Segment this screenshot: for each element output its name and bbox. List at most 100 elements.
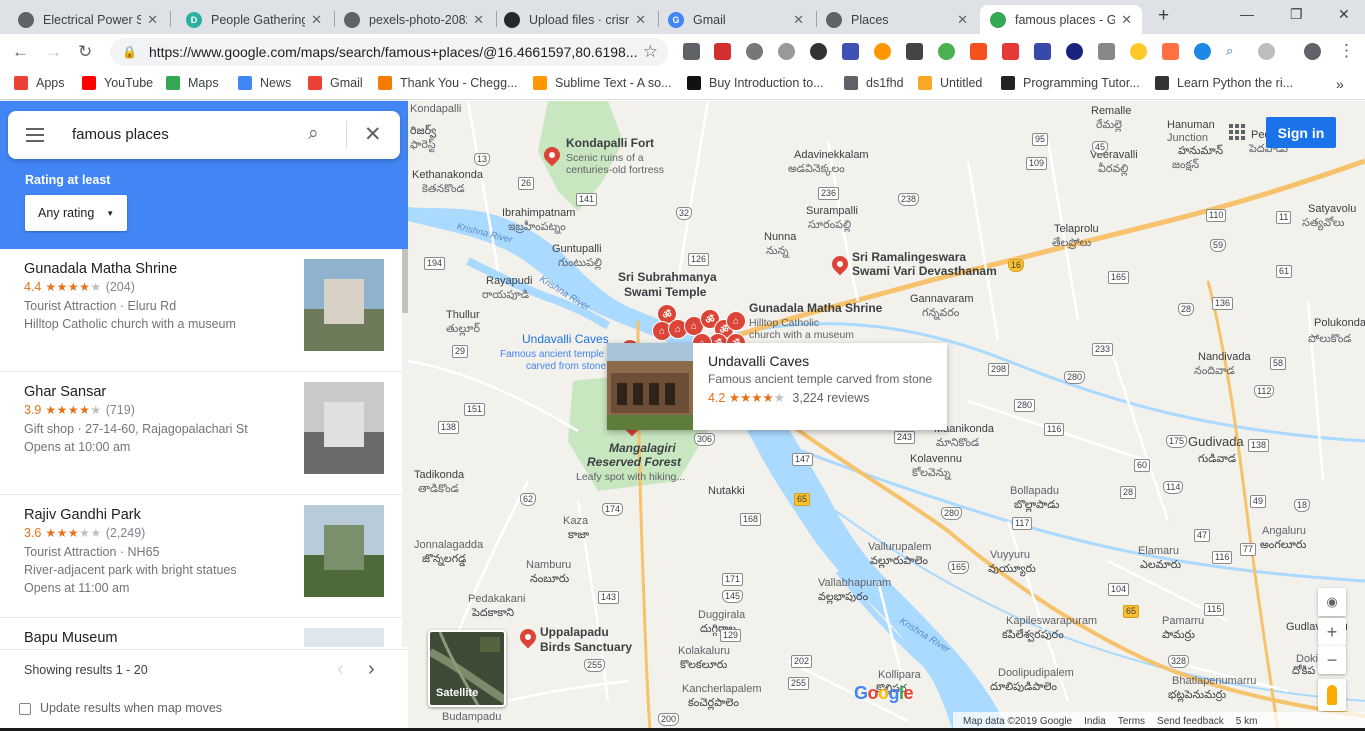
browser-tab[interactable]: D People Gathering ✕ <box>176 5 332 34</box>
google-apps-icon[interactable] <box>1229 124 1245 140</box>
browser-tab[interactable]: famous places - G ✕ <box>980 5 1142 34</box>
zoom-out-button[interactable]: − <box>1318 646 1346 674</box>
attribution-item[interactable]: India <box>1084 716 1106 727</box>
restore-icon[interactable]: ❐ <box>1290 6 1303 23</box>
extension-icon[interactable] <box>1258 43 1275 60</box>
attribution-item[interactable]: 5 km <box>1236 716 1258 727</box>
card-reviews[interactable]: 3,224 reviews <box>792 391 869 405</box>
extension-icon[interactable] <box>778 43 795 60</box>
search-input[interactable]: famous places <box>72 126 169 143</box>
search-box[interactable]: famous places ⌕ ✕ <box>8 111 400 159</box>
temple-pin-icon[interactable]: ⌂ <box>726 311 746 331</box>
bookmark-item[interactable]: Untitled <box>918 76 982 90</box>
search-icon[interactable]: ⌕ <box>308 123 319 145</box>
result-item[interactable]: Ghar Sansar 3.9 ★★★★★ (719) Gift shop · 27-1… <box>0 372 402 495</box>
close-tab-icon[interactable]: ✕ <box>957 12 968 28</box>
poi-undavalli[interactable]: Undavalli Caves <box>522 333 609 346</box>
extension-icon[interactable] <box>842 43 859 60</box>
bookmark-star-icon[interactable]: ☆ <box>643 42 658 62</box>
poi-uppalapadu[interactable]: Uppalapadu <box>540 626 609 639</box>
next-page-icon[interactable]: › <box>368 658 375 681</box>
browser-tab[interactable]: Electrical Power Sy ✕ <box>8 5 168 34</box>
result-item[interactable]: Bapu Museum <box>0 618 402 647</box>
extension-icon[interactable] <box>938 43 955 60</box>
poi-subrahmanya[interactable]: Sri Subrahmanya <box>618 271 717 284</box>
place-info-card[interactable]: Undavalli Caves Famous ancient temple ca… <box>607 343 947 430</box>
minimize-icon[interactable]: — <box>1240 6 1254 22</box>
rating-filter-dropdown[interactable]: Any rating ▼ <box>25 195 127 231</box>
close-tab-icon[interactable]: ✕ <box>635 12 646 28</box>
new-tab-button[interactable]: + <box>1158 5 1169 27</box>
extension-icon[interactable] <box>1130 43 1147 60</box>
poi-ramalingeswara[interactable]: Sri Ramalingeswara <box>852 251 966 264</box>
zoom-in-button[interactable]: + <box>1318 618 1346 646</box>
reload-icon[interactable]: ↻ <box>78 42 92 62</box>
sign-in-button[interactable]: Sign in <box>1266 117 1336 148</box>
poi-kondapalli-fort[interactable]: Kondapalli Fort <box>566 137 654 150</box>
close-tab-icon[interactable]: ✕ <box>793 12 804 28</box>
result-photo[interactable] <box>304 628 384 647</box>
update-results-checkbox[interactable] <box>19 703 31 715</box>
result-item[interactable]: Rajiv Gandhi Park 3.6 ★★★★★ (2,249) Tourist … <box>0 495 402 618</box>
bookmark-item[interactable]: YouTube <box>82 76 153 90</box>
bookmark-item[interactable]: News <box>238 76 291 90</box>
chrome-menu-icon[interactable]: ⋮ <box>1338 41 1355 61</box>
bookmark-item[interactable]: Thank You - Chegg... <box>378 76 517 90</box>
result-name[interactable]: Rajiv Gandhi Park <box>24 507 141 523</box>
menu-icon[interactable] <box>26 128 44 142</box>
result-photo[interactable] <box>304 505 384 597</box>
extension-icon[interactable] <box>1162 43 1179 60</box>
browser-tab[interactable]: pexels-photo-2082 ✕ <box>334 5 494 34</box>
extension-icon[interactable] <box>810 43 827 60</box>
extension-icon[interactable] <box>1066 43 1083 60</box>
prev-page-icon[interactable]: ‹ <box>337 658 344 681</box>
card-title[interactable]: Undavalli Caves <box>708 353 809 369</box>
bookmark-item[interactable]: Gmail <box>308 76 363 90</box>
close-tab-icon[interactable]: ✕ <box>147 12 158 28</box>
extension-icon[interactable] <box>1194 43 1211 60</box>
extension-icon[interactable] <box>1098 43 1115 60</box>
result-name[interactable]: Bapu Museum <box>24 630 118 646</box>
extension-icon[interactable] <box>683 43 700 60</box>
bookmark-item[interactable]: Learn Python the ri... <box>1155 76 1293 90</box>
pegman-icon[interactable] <box>1318 679 1346 711</box>
extension-icon[interactable] <box>906 43 923 60</box>
extension-icon[interactable] <box>746 43 763 60</box>
attribution-item[interactable]: Terms <box>1118 716 1145 727</box>
result-photo[interactable] <box>304 382 384 474</box>
extension-icon[interactable] <box>874 43 891 60</box>
result-name[interactable]: Gunadala Matha Shrine <box>24 261 177 277</box>
result-photo[interactable] <box>304 259 384 351</box>
browser-tab[interactable]: G Gmail ✕ <box>658 5 814 34</box>
extension-icon[interactable] <box>1034 43 1051 60</box>
extension-icon[interactable] <box>1002 43 1019 60</box>
update-results-label[interactable]: Update results when map moves <box>40 701 222 715</box>
more-bookmarks[interactable]: » <box>1336 76 1344 92</box>
search-icon[interactable]: ⌕ <box>1226 43 1243 60</box>
close-tab-icon[interactable]: ✕ <box>311 12 322 28</box>
close-tab-icon[interactable]: ✕ <box>1121 12 1132 28</box>
poi-mangalagiri[interactable]: Mangalagiri <box>609 442 676 455</box>
poi-gunadala[interactable]: Gunadala Matha Shrine <box>749 302 882 315</box>
forward-icon[interactable]: → <box>45 42 62 62</box>
browser-tab[interactable]: Upload files · crisr ✕ <box>494 5 656 34</box>
bookmark-item[interactable]: Programming Tutor... <box>1001 76 1140 90</box>
result-item[interactable]: Gunadala Matha Shrine 4.4 ★★★★★ (204) Touris… <box>0 249 402 372</box>
bookmark-item[interactable]: Buy Introduction to... <box>687 76 824 90</box>
my-location-icon[interactable]: ◉ <box>1318 588 1346 616</box>
result-name[interactable]: Ghar Sansar <box>24 384 106 400</box>
close-window-icon[interactable]: ✕ <box>1338 6 1350 23</box>
browser-tab[interactable]: Places ✕ <box>816 5 978 34</box>
back-icon[interactable]: ← <box>12 42 29 62</box>
map-canvas[interactable]: Kethanakonda కెతనకొండ Ibrahimpatnam ఇబ్రహీం… <box>408 101 1365 731</box>
bookmark-item[interactable]: Maps <box>166 76 219 90</box>
extension-icon[interactable] <box>714 43 731 60</box>
office-icon[interactable] <box>970 43 987 60</box>
clear-search-icon[interactable]: ✕ <box>364 122 382 147</box>
profile-avatar[interactable] <box>1304 43 1321 60</box>
attribution-item[interactable]: Send feedback <box>1157 716 1224 727</box>
bookmark-item[interactable]: ds1fhd <box>844 76 904 90</box>
address-bar[interactable]: 🔒 https://www.google.com/maps/search/fam… <box>110 38 668 66</box>
bookmark-item[interactable]: Sublime Text - A so... <box>533 76 672 90</box>
bookmark-item[interactable]: Apps <box>14 76 65 90</box>
